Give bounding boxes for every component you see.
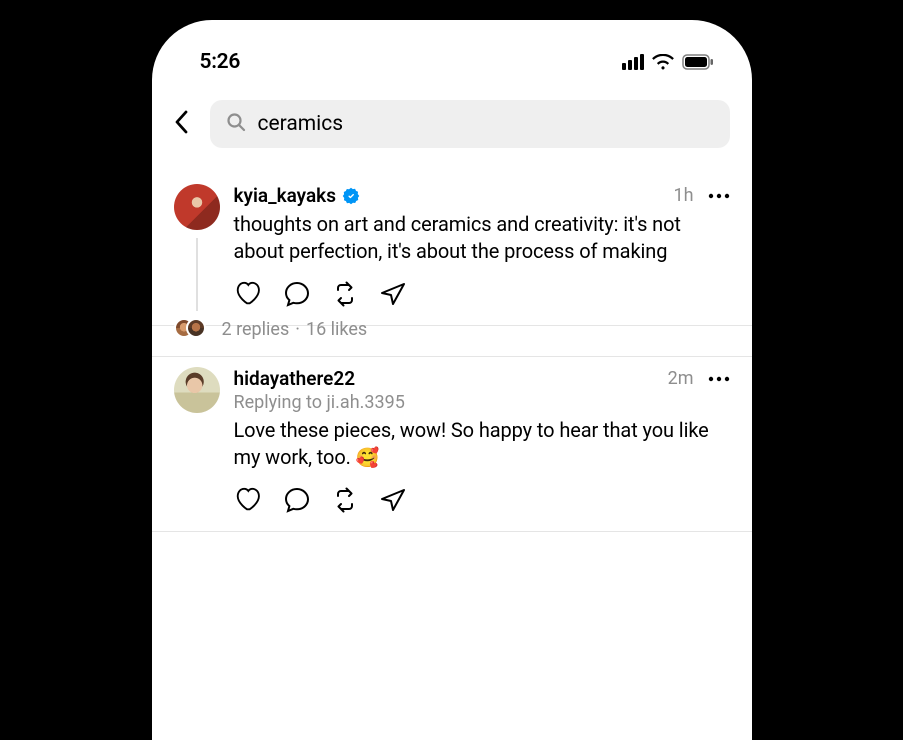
post[interactable]: hidayathere22 2m Replying to ji.ah.3395 …: [152, 357, 752, 532]
avatar[interactable]: [174, 184, 220, 230]
feed: kyia_kayaks 1h thoughts on art and ceram…: [152, 162, 752, 532]
username[interactable]: kyia_kayaks: [234, 184, 336, 207]
engagement-row[interactable]: 2 replies·16 likes: [152, 312, 752, 357]
more-options-button[interactable]: [708, 376, 730, 382]
status-bar: 5:26: [152, 36, 752, 82]
repost-button[interactable]: [332, 281, 358, 311]
wifi-icon: [652, 54, 674, 70]
likes-count[interactable]: 16 likes: [306, 319, 367, 340]
search-icon: [226, 112, 246, 136]
battery-icon: [682, 54, 714, 70]
like-button[interactable]: [234, 487, 262, 517]
status-time: 5:26: [200, 50, 241, 74]
timestamp: 2m: [668, 368, 694, 389]
share-button[interactable]: [380, 488, 406, 516]
more-options-button[interactable]: [708, 193, 730, 199]
post[interactable]: kyia_kayaks 1h thoughts on art and ceram…: [152, 174, 752, 326]
reply-button[interactable]: [284, 281, 310, 311]
post-text: thoughts on art and ceramics and creativ…: [234, 211, 730, 265]
post-actions: [234, 487, 730, 517]
cellular-signal-icon: [622, 54, 644, 70]
search-query-text: ceramics: [258, 112, 344, 136]
post-header: hidayathere22 2m: [234, 367, 730, 390]
reply-button[interactable]: [284, 487, 310, 517]
post-text: Love these pieces, wow! So happy to hear…: [234, 417, 730, 471]
back-button[interactable]: [174, 110, 194, 138]
engagement-text: 2 replies·16 likes: [222, 319, 368, 340]
like-button[interactable]: [234, 281, 262, 311]
post-actions: [234, 281, 730, 311]
search-input[interactable]: ceramics: [210, 100, 730, 148]
phone-frame: 5:26 ceramics: [152, 20, 752, 740]
verified-badge-icon: [342, 187, 360, 205]
thread-column: [174, 184, 220, 311]
post-header: kyia_kayaks 1h: [234, 184, 730, 207]
reply-avatars: [174, 318, 208, 340]
share-button[interactable]: [380, 282, 406, 310]
status-icons: [622, 54, 714, 70]
replies-count[interactable]: 2 replies: [222, 319, 290, 340]
search-header: ceramics: [152, 82, 752, 162]
repost-button[interactable]: [332, 487, 358, 517]
emoji: 🥰: [356, 446, 380, 469]
replying-to[interactable]: Replying to ji.ah.3395: [234, 392, 730, 413]
avatar[interactable]: [174, 367, 220, 413]
username[interactable]: hidayathere22: [234, 367, 356, 390]
timestamp: 1h: [673, 185, 693, 206]
thread-line: [196, 238, 198, 311]
